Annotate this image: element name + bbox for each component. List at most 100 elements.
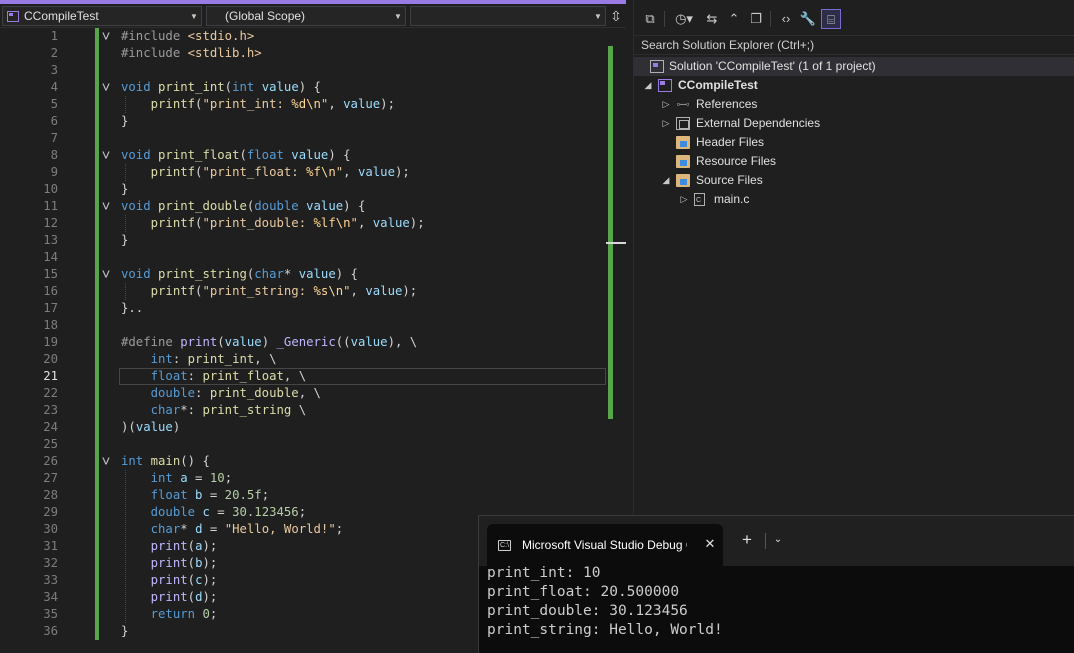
code-line[interactable]: 21 float: print_float, \ <box>0 368 606 385</box>
code-line[interactable]: 16 printf("print_string: %s\n", value); <box>0 283 606 300</box>
console-tab[interactable]: C:\ Microsoft Visual Studio Debug Consol… <box>487 524 723 566</box>
tree-item[interactable]: ▷ main.c <box>634 190 1074 210</box>
code-token: : <box>172 352 188 366</box>
code-text: void print_string(char* value) { <box>121 266 358 283</box>
code-line[interactable]: 23 char*: print_string \ <box>0 402 606 419</box>
split-window-icon[interactable]: ⇳ <box>608 7 624 25</box>
navigation-bar: CCompileTest ▼ (Global Scope) ▼ ▼ ⇳ <box>0 4 626 28</box>
expanded-arrow-icon[interactable]: ◢ <box>660 171 672 190</box>
folder-icon <box>676 155 690 168</box>
code-line[interactable]: 5 printf("print_int: %d\n", value); <box>0 96 606 113</box>
line-number: 26 <box>43 454 58 468</box>
collapse-all-icon[interactable]: ⌃ <box>724 9 744 29</box>
chevron-down-icon[interactable]: ⌄ <box>770 531 786 549</box>
code-line[interactable]: 25 <box>0 436 606 453</box>
code-token: } <box>121 233 129 247</box>
code-line[interactable]: 28 float b = 20.5f; <box>0 487 606 504</box>
code-line[interactable]: 10} <box>0 181 606 198</box>
code-text: int: print_int, \ <box>121 351 277 368</box>
code-line[interactable]: 11 ˅ void print_double(double value) { <box>0 198 606 215</box>
code-token: 10 <box>209 471 225 485</box>
fold-collapse-icon[interactable]: ˅ <box>100 147 112 164</box>
line-number: 22 <box>43 386 58 400</box>
code-line[interactable]: 3 <box>0 62 606 79</box>
code-line[interactable]: 18 <box>0 317 606 334</box>
tree-item[interactable]: ▷ External Dependencies <box>634 114 1074 133</box>
switch-views-icon[interactable]: ⧉ <box>640 9 660 29</box>
scope-dropdown[interactable]: (Global Scope) ▼ <box>206 6 406 26</box>
code-token: double <box>150 386 196 400</box>
fold-collapse-icon[interactable]: ˅ <box>100 79 112 96</box>
code-line[interactable]: 8 ˅ void print_float(float value) { <box>0 147 606 164</box>
fold-collapse-icon[interactable]: ˅ <box>100 453 112 470</box>
tree-item[interactable]: ◢ Source Files <box>634 171 1074 190</box>
code-line[interactable]: 1 ˅ #include <stdio.h> <box>0 28 606 45</box>
code-line[interactable]: 6} <box>0 113 606 130</box>
tree-item[interactable]: Solution 'CCompileTest' (1 of 1 project) <box>634 57 1074 76</box>
copy-icon[interactable]: ❐ <box>746 9 766 29</box>
tree-item[interactable]: ◢ CCompileTest <box>634 76 1074 95</box>
code-line[interactable]: 24)(value) <box>0 419 606 436</box>
properties-icon[interactable]: 🔧 <box>798 9 818 29</box>
tree-item[interactable]: ▷ ▫─▫ References <box>634 95 1074 114</box>
toolbar-separator <box>770 11 771 27</box>
code-line[interactable]: 19 #define print(value) _Generic((value),… <box>0 334 606 351</box>
console-output-line: print_int: 10 <box>487 565 601 581</box>
history-icon[interactable]: ◷▾ <box>670 9 698 29</box>
collapsed-arrow-icon[interactable]: ▷ <box>678 190 690 209</box>
code-token: () { <box>180 454 210 468</box>
code-line[interactable]: 2 #include <stdlib.h> <box>0 45 606 62</box>
collapsed-arrow-icon[interactable]: ▷ <box>660 114 672 133</box>
code-line[interactable]: 22 double: print_double, \ <box>0 385 606 402</box>
code-token: print_double <box>209 386 299 400</box>
code-token: ); <box>380 97 395 111</box>
line-number: 18 <box>43 318 58 332</box>
code-icon[interactable]: ‹› <box>776 9 796 29</box>
member-dropdown[interactable]: ▼ <box>410 6 606 26</box>
expanded-arrow-icon[interactable]: ◢ <box>642 76 654 95</box>
debug-console-window: C:\ Microsoft Visual Studio Debug Consol… <box>478 515 1074 653</box>
code-token: int <box>232 80 262 94</box>
line-number: 36 <box>43 624 58 638</box>
tree-item[interactable]: Resource Files <box>634 152 1074 171</box>
code-text: void print_int(int value) { <box>121 79 321 96</box>
code-line[interactable]: 27 int a = 10; <box>0 470 606 487</box>
tree-item[interactable]: Header Files <box>634 133 1074 152</box>
code-text: print(d); <box>121 589 218 606</box>
code-token: , <box>357 216 373 230</box>
code-line[interactable]: 15 ˅ void print_string(char* value) { <box>0 266 606 283</box>
code-token: value <box>291 148 329 162</box>
code-token: ; <box>261 488 270 502</box>
code-line[interactable]: 7 <box>0 130 606 147</box>
fold-collapse-icon[interactable]: ˅ <box>100 28 112 45</box>
code-token: void <box>121 199 159 213</box>
scrollbar-change-marker <box>608 46 613 419</box>
code-line[interactable]: 4 ˅ void print_int(int value) { <box>0 79 606 96</box>
code-line[interactable]: 14 <box>0 249 606 266</box>
project-dropdown[interactable]: CCompileTest ▼ <box>2 6 202 26</box>
collapsed-arrow-icon[interactable]: ▷ <box>660 95 672 114</box>
code-line[interactable]: 13} <box>0 232 606 249</box>
code-token: value <box>298 267 336 281</box>
code-line[interactable]: 17}.. <box>0 300 606 317</box>
line-number: 8 <box>50 148 58 162</box>
code-line[interactable]: 20 int: print_int, \ <box>0 351 606 368</box>
code-line[interactable]: 12 printf("print_double: %lf\n", value); <box>0 215 606 232</box>
fold-collapse-icon[interactable]: ˅ <box>100 266 112 283</box>
toolbar-separator <box>664 11 665 27</box>
code-token: ; <box>335 522 344 536</box>
close-icon[interactable]: ✕ <box>701 535 719 553</box>
code-token: print_int <box>187 352 255 366</box>
code-token: 30.123456 <box>232 505 299 519</box>
line-number: 33 <box>43 573 58 587</box>
code-line[interactable]: 26 ˅ int main() { <box>0 453 606 470</box>
code-token: ; <box>209 607 218 621</box>
fold-collapse-icon[interactable]: ˅ <box>100 198 112 215</box>
preview-icon[interactable]: ⌸ <box>821 9 841 29</box>
code-line[interactable]: 9 printf("print_float: %f\n", value); <box>0 164 606 181</box>
new-tab-icon[interactable]: + <box>737 529 757 551</box>
search-input[interactable]: Search Solution Explorer (Ctrl+;) <box>634 35 1074 55</box>
sync-icon[interactable]: ⇆ <box>702 9 722 29</box>
tree-item-label: Header Files <box>696 135 765 149</box>
